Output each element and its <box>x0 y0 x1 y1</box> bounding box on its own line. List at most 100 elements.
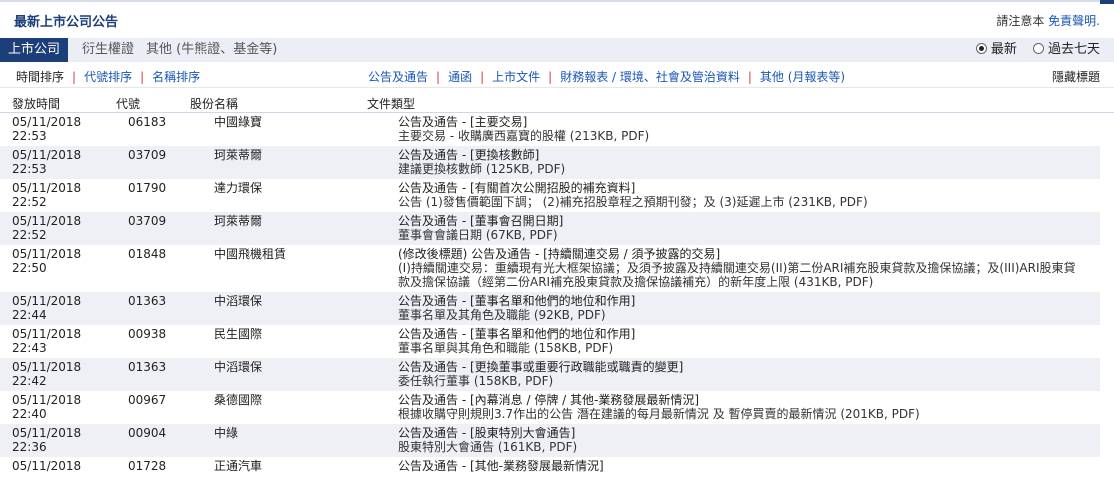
stock-name: 桑德國際 <box>214 393 263 407</box>
document-cell: 公告及通告 - [董事名單和他們的地位和作用] 董事名單與其角色和職能 (158K… <box>390 325 1100 358</box>
tab-listed-companies[interactable]: 上市公司 <box>0 38 69 62</box>
release-time-cell: 05/11/2018 22:36 <box>0 424 116 457</box>
stock-code: 00938 <box>128 327 167 341</box>
column-header-type: 文件類型 <box>367 97 416 111</box>
document-link[interactable]: 董事名單與其角色和職能 (158KB, PDF) <box>398 341 613 355</box>
divider: | <box>480 70 485 84</box>
document-cell: 公告及通告 - [有關首次公開招股的補充資料] 公告 (1)發售價範圍下調； (2… <box>390 179 1100 212</box>
document-type: 公告及通告 - [董事名單和他們的地位和作用] <box>398 327 636 341</box>
release-time: 22:53 <box>12 129 47 143</box>
corner-accent <box>1100 0 1114 4</box>
release-time: 22:50 <box>12 261 47 275</box>
document-link[interactable]: 董事名單及其角色及職能 (92KB, PDF) <box>398 308 606 322</box>
release-date: 05/11/2018 <box>12 247 82 261</box>
category-others[interactable]: 其他 (月報表等) <box>760 70 845 84</box>
document-link[interactable]: 根據收購守則規則3.7作出的公告 潛在建議的每月最新情況 及 暫停買賣的最新情況… <box>398 407 920 421</box>
document-type: 公告及通告 - [董事會召開日期] <box>398 214 564 228</box>
document-cell: 公告及通告 - [股東特別大會通告] 股東特別大會通告 (161KB, PDF) <box>390 424 1100 457</box>
release-time-cell: 05/11/2018 22:53 <box>0 146 116 179</box>
document-link[interactable]: 建議更換核數師 (125KB, PDF) <box>398 162 565 176</box>
category-financial-statements[interactable]: 財務報表 / 環境、社會及管治資料 <box>560 70 740 84</box>
release-time: 22:53 <box>12 162 47 176</box>
table-row: 05/11/2018 22:53 03709 珂萊蒂爾 公告及通告 - [更換核數師] 建… <box>0 146 1100 179</box>
document-type: 公告及通告 - [更換核數師] <box>398 148 540 162</box>
divider: | <box>548 70 553 84</box>
table-row: 05/11/2018 22:43 00938 民生國際 公告及通告 - [董事名單和他們… <box>0 325 1100 358</box>
table-row: 05/11/2018 01728 正通汽車 公告及通告 - [其他-業務發展最新情況] <box>0 457 1100 476</box>
table-row: 05/11/2018 22:53 06183 中國綠寶 公告及通告 - [主要交易] 主要… <box>0 113 1100 146</box>
stock-name: 珂萊蒂爾 <box>204 212 390 245</box>
document-type: 公告及通告 - [內幕消息 / 停牌 / 其他-業務發展最新情況] <box>398 393 699 407</box>
disclaimer-link[interactable]: 免責聲明. <box>1048 14 1100 28</box>
release-time-cell: 05/11/2018 22:44 <box>0 292 116 325</box>
stock-name: 民生國際 <box>214 327 263 341</box>
table-header: 發放時間 代號 股份名稱 文件類型 <box>0 88 1114 113</box>
divider: | <box>72 70 77 84</box>
release-date: 05/11/2018 <box>12 360 82 374</box>
document-cell: 公告及通告 - [內幕消息 / 停牌 / 其他-業務發展最新情況] 根據收購守則規… <box>390 391 1100 424</box>
release-date: 05/11/2018 <box>12 181 82 195</box>
stock-name: 珂萊蒂爾 <box>204 146 390 179</box>
document-type: 公告及通告 - [股東特別大會通告] <box>398 426 576 440</box>
stock-code: 01790 <box>128 181 167 195</box>
release-date: 05/11/2018 <box>12 294 82 308</box>
document-cell: 公告及通告 - [董事名單和他們的地位和作用] 董事名單及其角色及職能 (92KB… <box>390 292 1100 325</box>
release-time: 22:43 <box>12 341 47 355</box>
document-type: 公告及通告 - [主要交易] <box>398 115 528 129</box>
radio-unselected-icon <box>1032 43 1044 54</box>
document-link[interactable]: 主要交易 - 收購廣西嘉寶的股權 (213KB, PDF) <box>398 129 649 143</box>
document-type: 公告及通告 - [其他-業務發展最新情況] <box>398 459 604 473</box>
stock-code: 01848 <box>128 247 167 261</box>
sort-by-time[interactable]: 時間排序 <box>16 70 64 84</box>
document-link[interactable]: 公告 (1)發售價範圍下調； (2)補充招股章程之預期刊發；及 (3)延遲上市 … <box>398 195 868 209</box>
radio-latest[interactable]: 最新 <box>975 38 1017 62</box>
tab-derivative-warrants[interactable]: 衍生權證 <box>82 38 134 62</box>
column-header-name: 股份名稱 <box>190 97 239 111</box>
radio-selected-icon <box>975 43 987 54</box>
stock-code: 01363 <box>116 358 204 391</box>
release-date: 05/11/2018 <box>12 327 82 341</box>
release-time-cell: 05/11/2018 22:50 <box>0 245 116 292</box>
release-time-cell: 05/11/2018 22:52 <box>0 179 116 212</box>
document-cell: (修改後標題) 公告及通告 - [持續關連交易 / 須予披露的交易] (I)持續關… <box>390 245 1100 292</box>
release-date: 05/11/2018 <box>12 393 82 407</box>
release-date: 05/11/2018 <box>12 426 82 440</box>
stock-name: 中滔環保 <box>204 358 390 391</box>
document-link[interactable]: (I)持續關連交易：重續現有光大框架協議；及須予披露及持續關連交易(II)第二份… <box>398 261 1076 289</box>
table-row: 05/11/2018 22:52 03709 珂萊蒂爾 公告及通告 - [董事會召開日期… <box>0 212 1100 245</box>
stock-name: 中國飛機租賃 <box>214 247 287 261</box>
column-header-time: 發放時間 <box>12 97 61 111</box>
table-row: 05/11/2018 22:44 01363 中滔環保 公告及通告 - [董事名單和他們… <box>0 292 1100 325</box>
column-header-code: 代號 <box>116 97 141 111</box>
sort-by-name[interactable]: 名稱排序 <box>152 70 200 84</box>
release-date: 05/11/2018 <box>12 115 82 129</box>
category-announcements[interactable]: 公告及通告 <box>368 70 428 84</box>
stock-code: 01363 <box>116 292 204 325</box>
document-link[interactable]: 股東特別大會通告 (161KB, PDF) <box>398 440 577 454</box>
release-time: 22:44 <box>12 308 47 322</box>
sort-by-code[interactable]: 代號排序 <box>84 70 132 84</box>
release-time-cell: 05/11/2018 22:52 <box>0 212 116 245</box>
release-time: 22:52 <box>12 195 47 209</box>
document-link[interactable]: 委任執行董事 (158KB, PDF) <box>398 374 553 388</box>
table-row: 05/11/2018 22:40 00967 桑德國際 公告及通告 - [內幕消息 / … <box>0 391 1100 424</box>
table-row: 05/11/2018 22:50 01848 中國飛機租賃 (修改後標題) 公告及通告 … <box>0 245 1100 292</box>
document-link[interactable]: 董事會會議日期 (67KB, PDF) <box>398 228 558 242</box>
divider: | <box>436 70 441 84</box>
release-time-cell: 05/11/2018 22:42 <box>0 358 116 391</box>
release-date: 05/11/2018 <box>12 214 82 228</box>
period-selector: 最新 過去七天 <box>964 38 1100 62</box>
category-circulars[interactable]: 通函 <box>448 70 472 84</box>
document-category-links: 公告及通告 | 通函 | 上市文件 | 財務報表 / 環境、社會及管治資料 | 其他 (月報表等… <box>368 68 845 85</box>
sort-options: 時間排序 | 代號排序 | 名稱排序 <box>16 68 200 85</box>
tab-others[interactable]: 其他 (牛熊證、基金等) <box>146 38 277 62</box>
category-listing-documents[interactable]: 上市文件 <box>492 70 540 84</box>
radio-past-seven-days-label: 過去七天 <box>1047 42 1100 57</box>
radio-past-seven-days[interactable]: 過去七天 <box>1032 38 1100 62</box>
category-tabs: 上市公司 衍生權證 其他 (牛熊證、基金等) 最新 過去七天 <box>0 38 1114 62</box>
announcement-table: 05/11/2018 22:53 06183 中國綠寶 公告及通告 - [主要交易] 主要… <box>0 113 1100 476</box>
release-time-cell: 05/11/2018 <box>0 457 116 476</box>
release-date: 05/11/2018 <box>12 459 82 473</box>
hide-headlines-link[interactable]: 隱藏標題 <box>1052 68 1100 85</box>
document-cell: 公告及通告 - [更換核數師] 建議更換核數師 (125KB, PDF) <box>390 146 1100 179</box>
